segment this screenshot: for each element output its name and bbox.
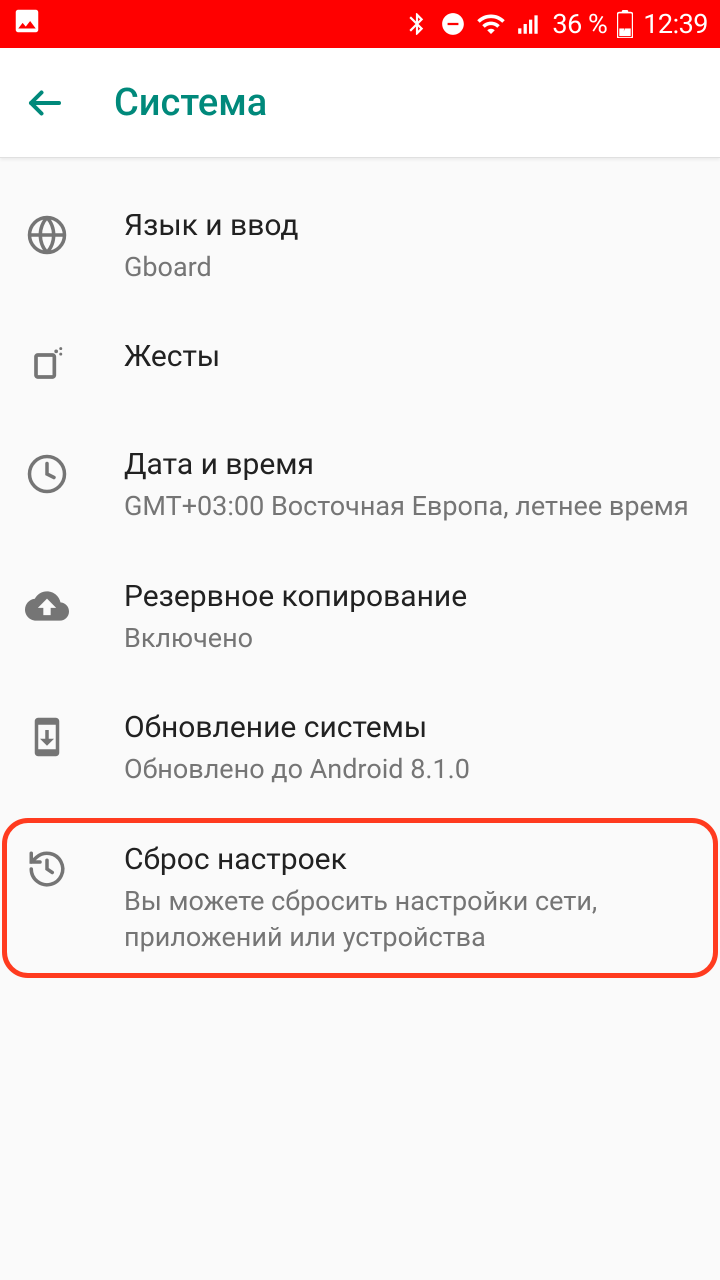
clock: 12:39 [643, 8, 708, 40]
bluetooth-icon [404, 11, 430, 37]
item-subtitle: Вы можете сбросить настройки сети, прило… [124, 883, 694, 956]
signal-icon [516, 11, 542, 37]
battery-icon [617, 10, 633, 38]
gestures-icon [20, 339, 74, 393]
item-title: Дата и время [124, 445, 694, 484]
battery-percent: 36 % [552, 8, 607, 40]
wifi-icon [476, 9, 506, 39]
item-reset[interactable]: Сброс настроек Вы можете сбросить настро… [0, 814, 720, 982]
settings-list: Язык и ввод Gboard Жесты Дата и время GM… [0, 158, 720, 982]
restore-icon [20, 842, 74, 896]
item-system-update[interactable]: Обновление системы Обновлено до Android … [0, 682, 720, 813]
item-title: Резервное копирование [124, 577, 694, 616]
status-bar: 36 % 12:39 [0, 0, 720, 48]
cloud-upload-icon [20, 579, 74, 633]
item-gestures[interactable]: Жесты [0, 311, 720, 419]
globe-icon [20, 208, 74, 262]
image-notification-icon [12, 6, 42, 43]
item-title: Обновление системы [124, 708, 694, 747]
back-button[interactable] [20, 78, 70, 128]
item-title: Жесты [124, 337, 694, 376]
clock-icon [20, 447, 74, 501]
item-subtitle: Включено [124, 620, 694, 656]
system-update-icon [20, 710, 74, 764]
page-title: Система [114, 81, 267, 125]
item-title: Сброс настроек [124, 840, 694, 879]
app-bar: Система [0, 48, 720, 158]
dnd-icon [440, 11, 466, 37]
item-language-input[interactable]: Язык и ввод Gboard [0, 180, 720, 311]
item-subtitle: Gboard [124, 249, 694, 285]
item-subtitle: GMT+03:00 Восточная Европа, летнее время [124, 488, 694, 524]
item-subtitle: Обновлено до Android 8.1.0 [124, 751, 694, 787]
item-backup[interactable]: Резервное копирование Включено [0, 551, 720, 682]
item-date-time[interactable]: Дата и время GMT+03:00 Восточная Европа,… [0, 419, 720, 550]
item-title: Язык и ввод [124, 206, 694, 245]
